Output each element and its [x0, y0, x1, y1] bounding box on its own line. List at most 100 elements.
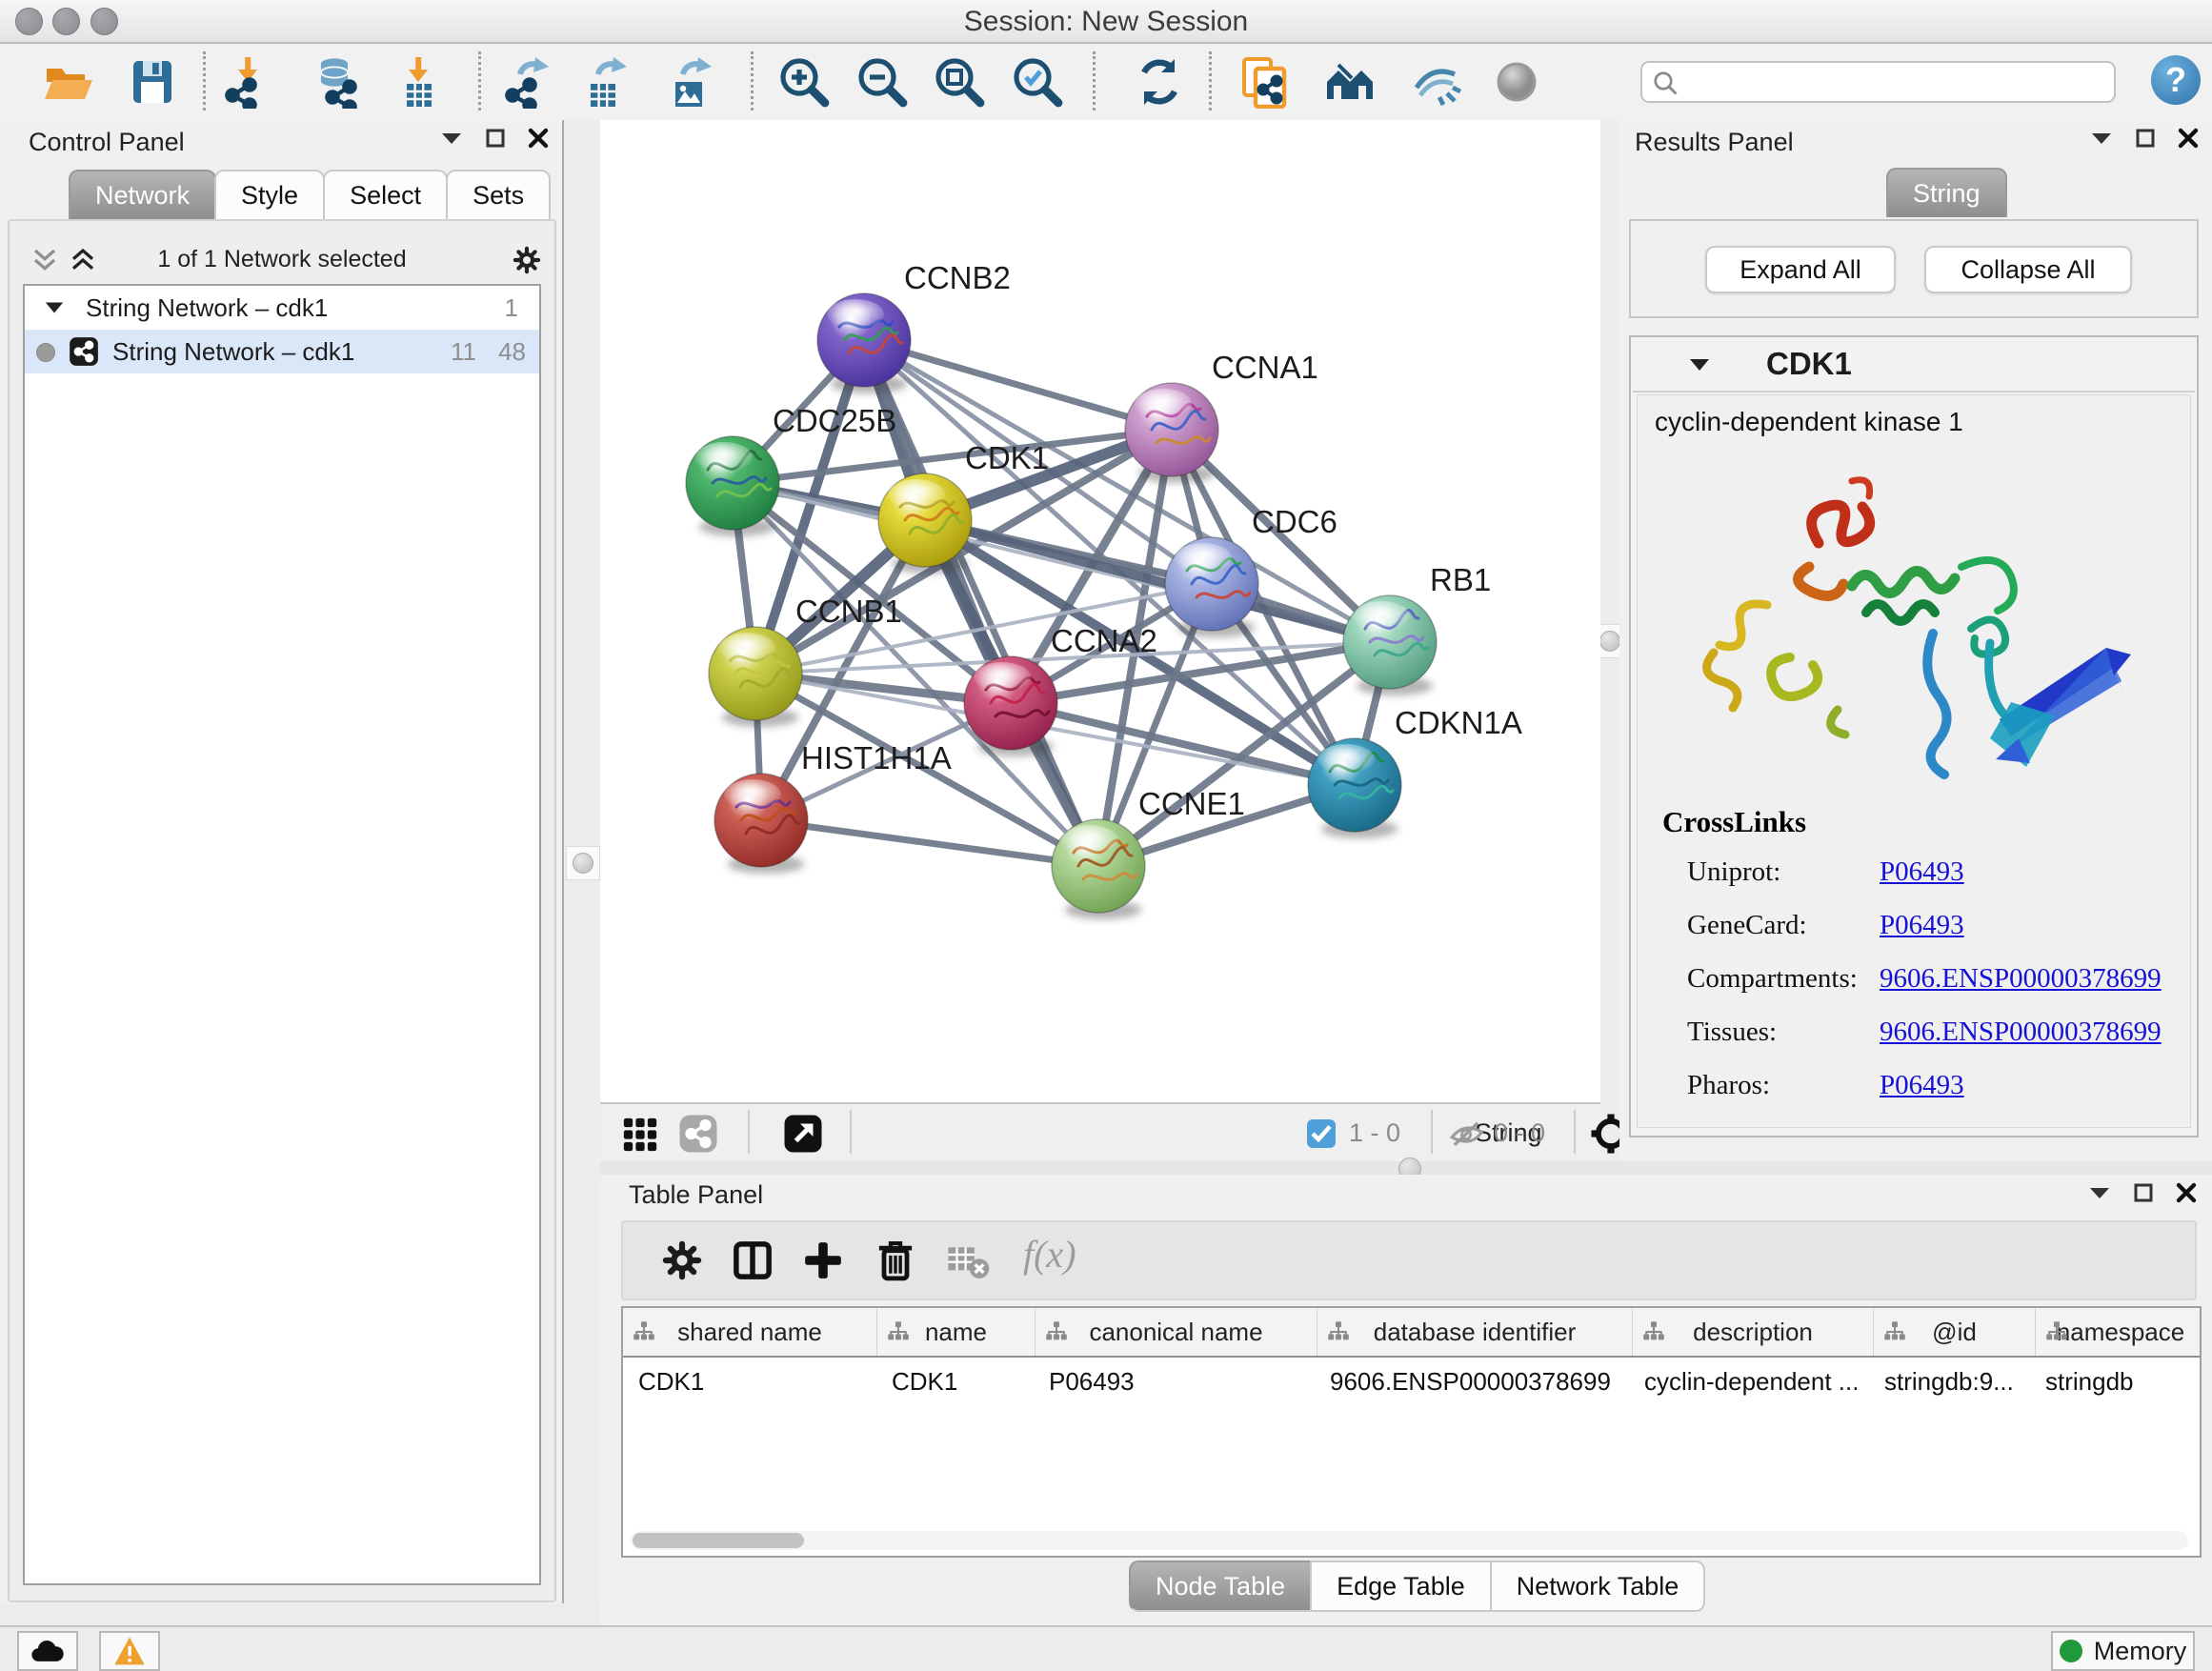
panel-menu-icon[interactable]: [2090, 131, 2113, 146]
network-canvas[interactable]: CCNB2CCNA1CDC25BCDK1CDC6RB1CCNB1CCNA2CDK…: [600, 120, 1600, 1102]
warnings-button[interactable]: [99, 1631, 160, 1671]
export-image-icon[interactable]: [664, 55, 717, 109]
show-columns-icon[interactable]: [730, 1238, 775, 1283]
crosslink-label: Compartments:: [1687, 963, 1858, 995]
table-header-row: shared namenamecanonical namedatabase id…: [623, 1308, 2200, 1358]
table-horizontal-scrollbar[interactable]: [631, 1531, 2188, 1550]
window-title: Session: New Session: [0, 0, 2212, 42]
node-label-HIST1H1A: HIST1H1A: [801, 740, 952, 775]
show-graphics-details-icon[interactable]: [1490, 55, 1543, 109]
right-splitter[interactable]: [1600, 120, 1619, 1161]
column-header-name[interactable]: name: [877, 1308, 1036, 1356]
horizontal-splitter[interactable]: [600, 1161, 2212, 1175]
refresh-view-icon[interactable]: [1133, 55, 1186, 109]
zoom-selected-icon[interactable]: [1011, 55, 1064, 109]
column-header-canonical-name[interactable]: canonical name: [1036, 1308, 1317, 1356]
node-gloss: [1317, 744, 1375, 775]
column-header-id[interactable]: @id: [1874, 1308, 2036, 1356]
left-splitter-grip[interactable]: [566, 846, 600, 880]
tab-style[interactable]: Style: [214, 170, 325, 219]
tab-string[interactable]: String: [1886, 168, 2007, 217]
crosslink-row: Tissues:9606.ENSP00000378699: [1662, 1017, 1806, 1053]
import-table-from-file-icon[interactable]: [392, 55, 445, 109]
network-style-badge-icon[interactable]: [678, 1114, 718, 1154]
control-panel: Control Panel NetworkStyleSelectSets 1 o…: [0, 120, 564, 1603]
float-panel-icon[interactable]: [2134, 1183, 2153, 1202]
table-settings-gear-icon[interactable]: [659, 1238, 705, 1283]
export-network-icon[interactable]: [501, 55, 554, 109]
search-icon: [1652, 70, 1680, 98]
crosslink-link[interactable]: P06493: [1880, 1070, 1964, 1101]
close-panel-icon[interactable]: [2178, 128, 2199, 149]
results-panel: Results Panel String Expand All Collapse…: [1619, 120, 2212, 1161]
scrollbar-thumb[interactable]: [633, 1533, 804, 1548]
float-panel-icon[interactable]: [2136, 129, 2155, 148]
crosslink-row: Compartments:9606.ENSP00000378699: [1662, 963, 1806, 999]
cloud-status-button[interactable]: [17, 1631, 78, 1671]
tab-select[interactable]: Select: [323, 170, 448, 219]
save-session-icon[interactable]: [126, 55, 179, 109]
help-button[interactable]: ?: [2151, 55, 2201, 105]
tab-edge-table[interactable]: Edge Table: [1310, 1560, 1492, 1612]
control-panel-title: Control Panel: [29, 128, 185, 157]
close-panel-icon[interactable]: [528, 128, 549, 149]
open-in-window-icon[interactable]: [783, 1114, 823, 1154]
panel-menu-icon[interactable]: [440, 131, 463, 146]
column-tree-icon: [1045, 1320, 1068, 1343]
edge-HIST1H1A-CCNE1[interactable]: [761, 820, 1098, 866]
tab-node-table[interactable]: Node Table: [1129, 1560, 1312, 1612]
zoom-in-icon[interactable]: [777, 55, 831, 109]
node-label-CDC6: CDC6: [1252, 504, 1337, 539]
open-session-icon[interactable]: [41, 55, 94, 109]
entry-header[interactable]: CDK1: [1633, 337, 2195, 393]
column-header-shared-name[interactable]: shared name: [623, 1308, 877, 1356]
node-gloss: [1175, 543, 1232, 574]
clone-network-icon[interactable]: [1238, 55, 1292, 109]
expand-all-button[interactable]: Expand All: [1705, 246, 1896, 293]
left-splitter[interactable]: [564, 120, 600, 1603]
node-gloss: [695, 442, 753, 473]
delete-column-trash-icon[interactable]: [873, 1238, 918, 1283]
grid-view-icon[interactable]: [621, 1116, 659, 1154]
crosslink-link[interactable]: P06493: [1880, 856, 1964, 888]
hide-details-icon[interactable]: [1409, 55, 1462, 109]
crosslink-link[interactable]: 9606.ENSP00000378699: [1880, 1017, 2162, 1048]
zoom-out-icon[interactable]: [855, 55, 909, 109]
entry-expander-icon[interactable]: [1688, 357, 1711, 372]
node-label-CDC25B: CDC25B: [773, 403, 896, 438]
warning-icon: [113, 1636, 146, 1666]
table-cell: cyclin-dependent ...: [1629, 1358, 1869, 1405]
results-buttons-box: Expand All Collapse All: [1629, 219, 2199, 318]
float-panel-icon[interactable]: [486, 129, 505, 148]
selected-nodes-checkbox[interactable]: [1307, 1119, 1336, 1148]
export-table-icon[interactable]: [579, 55, 633, 109]
network-row[interactable]: String Network – cdk1 11 48: [25, 330, 539, 373]
column-header-namespace[interactable]: namespace: [2036, 1308, 2202, 1356]
table-row[interactable]: CDK1CDK1P064939606.ENSP00000378699cyclin…: [623, 1358, 2200, 1405]
tab-network[interactable]: Network: [69, 170, 216, 219]
tab-sets[interactable]: Sets: [446, 170, 551, 219]
close-panel-icon[interactable]: [2176, 1182, 2197, 1203]
column-header-database-identifier[interactable]: database identifier: [1317, 1308, 1633, 1356]
crosslink-link[interactable]: 9606.ENSP00000378699: [1880, 963, 2162, 995]
cloud-icon: [30, 1637, 66, 1665]
column-header-description[interactable]: description: [1633, 1308, 1874, 1356]
tab-network-table[interactable]: Network Table: [1490, 1560, 1706, 1612]
create-column-plus-icon[interactable]: [800, 1238, 846, 1283]
import-network-from-database-icon[interactable]: [313, 55, 367, 109]
network-graph[interactable]: CCNB2CCNA1CDC25BCDK1CDC6RB1CCNB1CCNA2CDK…: [600, 120, 1600, 1102]
table-cell: P06493: [1034, 1358, 1315, 1405]
tree-expander-icon[interactable]: [44, 300, 65, 315]
import-network-from-file-icon[interactable]: [221, 55, 274, 109]
panel-menu-icon[interactable]: [2088, 1185, 2111, 1200]
network-collection-row[interactable]: String Network – cdk1 1: [25, 286, 539, 330]
node-label-CCNB2: CCNB2: [904, 260, 1011, 295]
collapse-all-button[interactable]: Collapse All: [1924, 246, 2132, 293]
memory-button[interactable]: Memory: [2051, 1631, 2195, 1671]
crosslink-link[interactable]: P06493: [1880, 910, 1964, 941]
network-options-gear-icon[interactable]: [511, 244, 543, 276]
search-field[interactable]: [1640, 61, 2116, 103]
zoom-fit-icon[interactable]: [933, 55, 986, 109]
search-input[interactable]: [1684, 65, 2107, 97]
first-neighbors-icon[interactable]: [1323, 55, 1377, 109]
